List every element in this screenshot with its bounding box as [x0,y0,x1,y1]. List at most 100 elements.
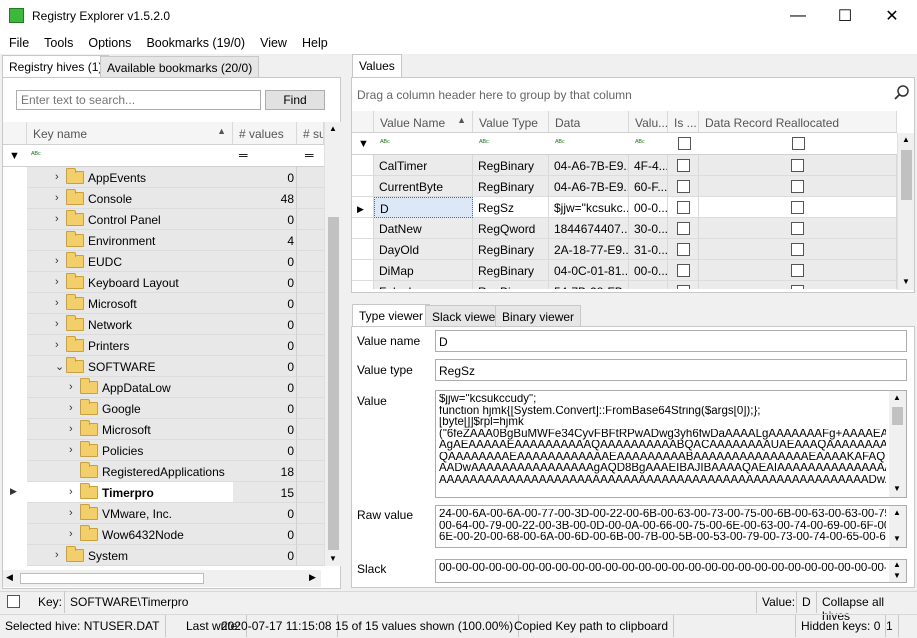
chevron-right-icon[interactable]: › [69,528,73,540]
cell-name[interactable]: D [374,197,473,218]
cell-value[interactable]: 00-0... [629,260,668,281]
cell-data-record-reallocated[interactable] [699,176,897,197]
cell-value[interactable]: 30-0... [629,218,668,239]
tab-type-viewer[interactable]: Type viewer [352,304,431,327]
chevron-right-icon[interactable]: › [55,255,59,267]
filter-checkbox[interactable] [792,137,805,150]
chevron-right-icon[interactable]: › [55,297,59,309]
reallocated-checkbox[interactable] [791,222,804,235]
is-deleted-checkbox[interactable] [677,222,690,235]
cell-is-deleted[interactable] [668,260,699,281]
cell-data[interactable]: 1844674407... [549,218,629,239]
cell-is-deleted[interactable] [668,197,699,218]
cell-data[interactable]: 04-A6-7B-E9... [549,176,629,197]
header-value-slack[interactable]: Valu... [629,111,668,132]
cell-data-record-reallocated[interactable] [699,239,897,260]
tree-row[interactable]: › Control Panel 0 [3,209,324,230]
reallocated-checkbox[interactable] [791,159,804,172]
table-row[interactable]: ▶ D RegSz $jjw="kcsukc... 00-0... [352,197,897,218]
tree-scroll-thumb[interactable] [328,217,339,550]
header-data-record-reallocated[interactable]: Data Record Reallocated [699,111,897,132]
key-checkbox[interactable] [7,595,20,608]
raw-value-area[interactable]: 24-00-6A-00-6A-00-77-00-3D-00-22-00-6B-0… [435,505,907,548]
reallocated-checkbox[interactable] [791,180,804,193]
tree-row[interactable]: › System 0 [3,545,324,566]
is-deleted-checkbox[interactable] [677,285,690,289]
tree-row[interactable]: › Google 0 [3,398,324,419]
reallocated-checkbox[interactable] [791,285,804,289]
chevron-right-icon[interactable]: › [55,192,59,204]
cell-name[interactable]: DatNew [374,218,473,239]
chevron-right-icon[interactable]: › [69,402,73,414]
cell-data-record-reallocated[interactable] [699,260,897,281]
text-filter-icon[interactable]: ᴬᴮᶜ [479,138,489,147]
chevron-right-icon[interactable]: › [69,423,73,435]
cell-name[interactable]: DayOld [374,239,473,260]
chevron-right-icon[interactable]: › [69,486,73,498]
tree-row[interactable]: › Microsoft 0 [3,293,324,314]
cell-data-record-reallocated[interactable] [699,281,897,289]
cell-is-deleted[interactable] [668,218,699,239]
tree-row[interactable]: › Network 0 [3,314,324,335]
cell-data[interactable]: 2A-18-77-E9... [549,239,629,260]
reallocated-checkbox[interactable] [791,264,804,277]
tree-row[interactable]: ⌄ SOFTWARE 0 [3,356,324,377]
tree-row[interactable]: › Microsoft 0 [3,419,324,440]
cell-data[interactable]: 54-7B-28-FB... [549,281,629,289]
text-filter-icon[interactable]: ᴬᴮᶜ [635,138,645,147]
tree-row[interactable]: ▶ › Timerpro 15 [3,482,324,503]
values-scroll-thumb[interactable] [901,150,912,200]
cell-name[interactable]: CurrentByte [374,176,473,197]
find-button[interactable]: Find [265,90,325,110]
menu-view[interactable]: View [254,36,293,50]
table-row[interactable]: CurrentByte RegBinary 04-A6-7B-E9... 60-F..… [352,176,897,197]
cell-type[interactable]: RegBinary [473,176,549,197]
equals-filter-icon[interactable]: ═ [239,148,248,162]
search-input[interactable] [16,90,261,110]
text-filter-icon[interactable]: ᴬᴮᶜ [31,150,41,159]
menu-file[interactable]: File [3,36,35,50]
menu-help[interactable]: Help [296,36,334,50]
filter-checkbox[interactable] [678,137,691,150]
value-scroll-thumb[interactable] [892,407,903,425]
menu-tools[interactable]: Tools [38,36,79,50]
maximize-button[interactable]: ☐ [822,0,868,32]
cell-type[interactable]: RegBinary [473,155,549,176]
tab-registry-hives[interactable]: Registry hives (1) [2,55,110,77]
tree-row[interactable]: › AppEvents 0 [3,167,324,188]
header-data[interactable]: Data [549,111,629,132]
raw-value-scrollbar[interactable]: ▲ ▼ [889,506,906,547]
tree-row[interactable]: › AppDataLow 0 [3,377,324,398]
table-row[interactable]: DayOld RegBinary 2A-18-77-E9... 31-0... [352,239,897,260]
tree-row[interactable]: › VMware, Inc. 0 [3,503,324,524]
table-row[interactable]: CalTimer RegBinary 04-A6-7B-E9... 4F-4... [352,155,897,176]
table-row[interactable]: FalseLanguageRegBinary54-7B-28-FB... [352,281,897,289]
cell-value[interactable]: 00-0... [629,197,668,218]
header-value-name[interactable]: Value Name ▲ [374,111,473,132]
values-vertical-scrollbar[interactable]: ▲ ▼ [897,133,914,290]
cell-data-record-reallocated[interactable] [699,218,897,239]
reallocated-checkbox[interactable] [791,201,804,214]
value-scrollbar[interactable]: ▲ ▼ [889,391,906,497]
reallocated-checkbox[interactable] [791,243,804,256]
cell-data[interactable]: 04-A6-7B-E9... [549,155,629,176]
is-deleted-checkbox[interactable] [677,243,690,256]
tree-row[interactable]: › Console 48 [3,188,324,209]
is-deleted-checkbox[interactable] [677,201,690,214]
cell-data[interactable]: 04-0C-01-81... [549,260,629,281]
cell-is-deleted[interactable] [668,281,699,289]
cell-is-deleted[interactable] [668,155,699,176]
cell-value[interactable] [629,281,668,289]
chevron-right-icon[interactable]: › [55,549,59,561]
header-values-count[interactable]: # values [233,122,297,144]
header-key-name[interactable]: Key name ▲ [27,122,233,144]
text-filter-icon[interactable]: ᴬᴮᶜ [555,138,565,147]
chevron-right-icon[interactable]: › [69,507,73,519]
tree-row[interactable]: RegisteredApplications 18 [3,461,324,482]
tree-hscroll-thumb[interactable] [20,573,204,584]
tree-row[interactable]: › EUDC 0 [3,251,324,272]
tree-row[interactable]: › Wow6432Node 0 [3,524,324,545]
is-deleted-checkbox[interactable] [677,159,690,172]
value-text-area[interactable]: $jjw="kcsukccudy"; function hjmk{[System.… [435,390,907,498]
cell-is-deleted[interactable] [668,239,699,260]
